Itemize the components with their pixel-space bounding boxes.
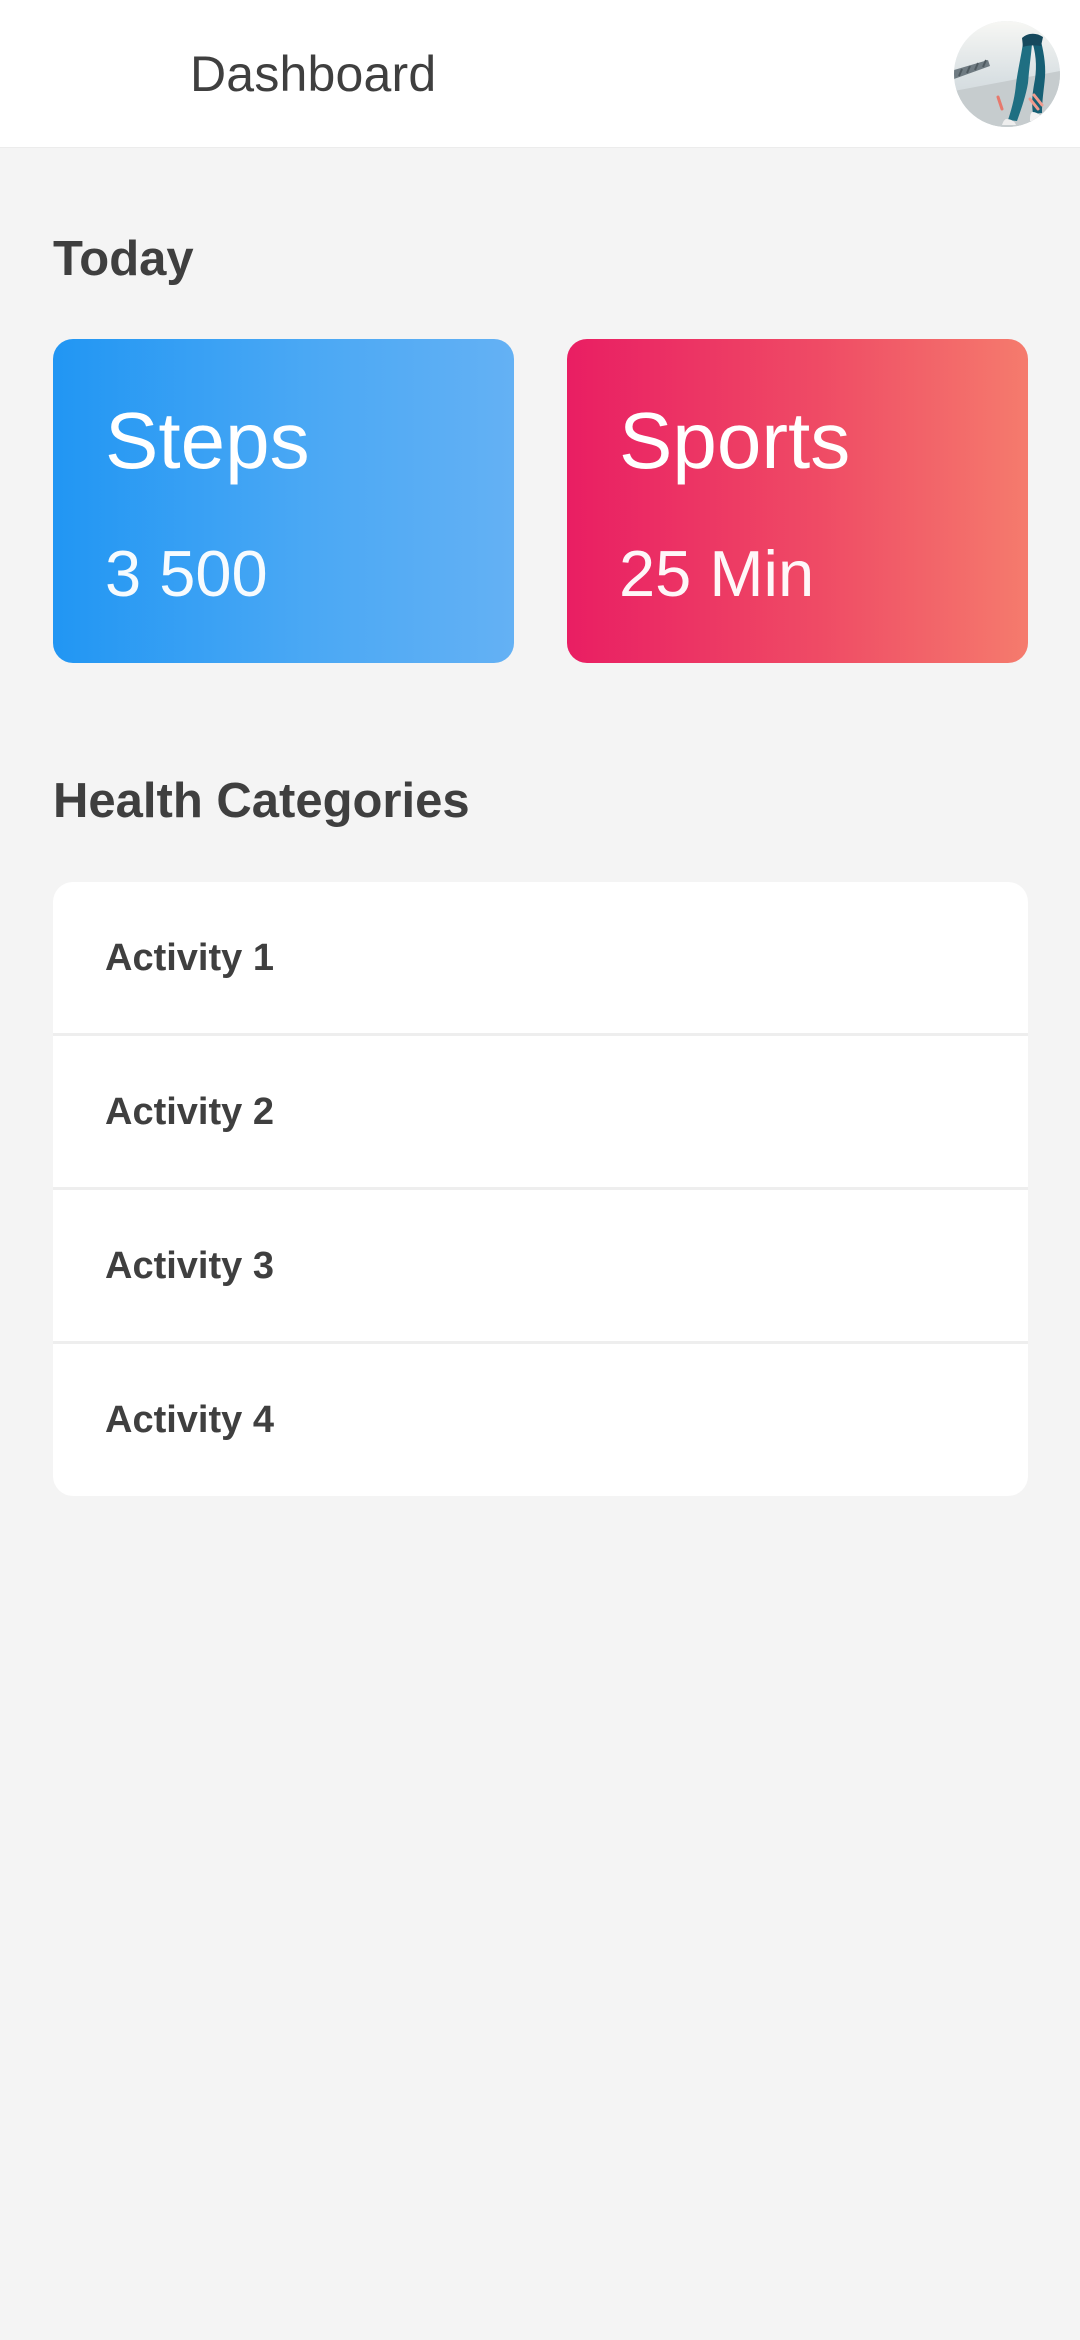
user-avatar[interactable] xyxy=(954,21,1060,127)
health-category-item-activity-4[interactable]: Activity 4 xyxy=(53,1344,1028,1496)
health-category-label: Activity 4 xyxy=(105,1399,274,1441)
health-categories-title: Health Categories xyxy=(53,774,470,828)
steps-card[interactable]: Steps 3 500 xyxy=(53,339,514,663)
health-category-item-activity-3[interactable]: Activity 3 xyxy=(53,1190,1028,1344)
health-category-label: Activity 3 xyxy=(105,1244,274,1287)
health-category-item-activity-2[interactable]: Activity 2 xyxy=(53,1036,1028,1190)
steps-card-value: 3 500 xyxy=(105,537,268,610)
health-categories-list: Activity 1 Activity 2 Activity 3 Activit… xyxy=(53,882,1028,1496)
health-category-label: Activity 1 xyxy=(105,936,274,979)
sports-card[interactable]: Sports 25 Min xyxy=(567,339,1028,663)
health-category-item-activity-1[interactable]: Activity 1 xyxy=(53,882,1028,1036)
page-title: Dashboard xyxy=(190,46,437,102)
avatar-photo-icon xyxy=(954,21,1060,127)
health-category-label: Activity 2 xyxy=(105,1090,274,1133)
steps-card-title: Steps xyxy=(105,396,310,485)
app-bar: Dashboard xyxy=(0,0,1080,147)
today-section-title: Today xyxy=(53,232,194,286)
sports-card-value: 25 Min xyxy=(619,537,815,610)
sports-card-title: Sports xyxy=(619,396,851,485)
